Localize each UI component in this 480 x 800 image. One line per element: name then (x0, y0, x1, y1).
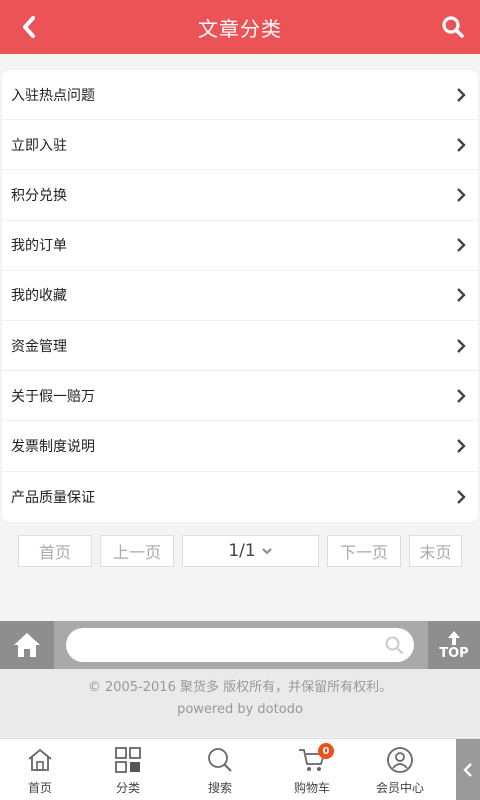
chevron-right-icon (454, 388, 468, 403)
footer-search-box (66, 628, 414, 662)
list-item[interactable]: 产品质量保证 (2, 472, 478, 522)
chevron-right-icon (454, 188, 468, 202)
bottom-tab-bar: 首页 分类 搜索 0 购物车 会员中心 (0, 738, 480, 800)
search-icon (208, 748, 232, 772)
list-item[interactable]: 关于假一赔万 (2, 371, 478, 422)
tab-member[interactable]: 会员中心 (360, 739, 440, 800)
next-page-button[interactable]: 下一页 (327, 535, 401, 567)
header-search-button[interactable] (438, 12, 468, 42)
copyright-area: © 2005-2016 聚货多 版权所有，并保留所有权利。 powered by… (0, 669, 480, 737)
footer-search-bar: TOP (0, 621, 480, 669)
current-page-label: 1/1 (228, 541, 256, 561)
list-item-label: 我的收藏 (11, 288, 67, 305)
tab-label: 搜索 (207, 781, 232, 795)
chevron-right-icon (454, 489, 468, 504)
list-item-label: 资金管理 (11, 338, 67, 355)
chevron-right-icon (454, 238, 468, 253)
grid-icon (115, 747, 141, 773)
tab-label: 会员中心 (375, 781, 424, 795)
sidebar-toggle-button[interactable] (456, 739, 480, 800)
pagination: 首页 上一页 1/1 下一页 末页 (0, 535, 480, 567)
list-item[interactable]: 发票制度说明 (2, 421, 478, 472)
cart-count-badge: 0 (318, 743, 334, 759)
list-item-label: 立即入驻 (11, 137, 67, 154)
back-to-top-button[interactable]: TOP (428, 621, 480, 669)
arrow-up-icon (448, 630, 460, 645)
chevron-down-icon (261, 548, 272, 555)
home-icon (28, 748, 52, 771)
top-label: TOP (439, 645, 469, 661)
chevron-right-icon (454, 137, 468, 152)
prev-page-button[interactable]: 上一页 (100, 535, 174, 567)
list-item-label: 关于假一赔万 (11, 388, 95, 405)
list-item-label: 入驻热点问题 (11, 87, 95, 104)
article-category-list: 入驻热点问题 立即入驻 积分兑换 我的订单 我的收藏 资金管理 关于假一赔万 发… (2, 70, 478, 522)
home-icon (14, 633, 40, 657)
copyright-text: © 2005-2016 聚货多 版权所有，并保留所有权利。 (87, 680, 393, 695)
tab-label: 分类 (115, 781, 140, 795)
last-page-button[interactable]: 末页 (409, 535, 462, 567)
back-arrow-icon (23, 16, 35, 38)
top-header: 文章分类 (0, 0, 480, 54)
chevron-right-icon (454, 87, 468, 102)
chevron-left-icon (463, 763, 472, 777)
tab-label: 购物车 (293, 781, 330, 795)
tab-category[interactable]: 分类 (88, 739, 168, 800)
powered-by-text: powered by dotodo (177, 702, 303, 717)
tab-search[interactable]: 搜索 (180, 739, 260, 800)
list-item-label: 发票制度说明 (11, 438, 95, 455)
chevron-right-icon (454, 288, 468, 303)
first-page-button[interactable]: 首页 (18, 535, 92, 567)
list-item-label: 积分兑换 (11, 187, 67, 204)
list-item[interactable]: 资金管理 (2, 321, 478, 372)
footer-search-input[interactable] (66, 628, 366, 662)
user-icon (387, 747, 413, 773)
list-item[interactable]: 我的收藏 (2, 271, 478, 321)
chevron-right-icon (454, 338, 468, 353)
page-title: 文章分类 (198, 16, 282, 41)
search-icon (442, 16, 464, 38)
search-icon[interactable] (384, 635, 404, 655)
spacer (0, 567, 480, 621)
tab-cart[interactable]: 0 购物车 (272, 739, 352, 800)
list-item[interactable]: 积分兑换 (2, 170, 478, 221)
list-item[interactable]: 立即入驻 (2, 120, 478, 171)
list-item-label: 我的订单 (11, 238, 67, 255)
back-button[interactable] (14, 12, 44, 42)
tab-home[interactable]: 首页 (0, 739, 80, 800)
chevron-right-icon (454, 439, 468, 453)
tab-label: 首页 (27, 781, 52, 795)
page-select[interactable]: 1/1 (182, 535, 319, 567)
list-item-label: 产品质量保证 (11, 489, 95, 506)
list-item[interactable]: 我的订单 (2, 221, 478, 271)
home-button[interactable] (0, 621, 54, 669)
list-item[interactable]: 入驻热点问题 (2, 70, 478, 121)
